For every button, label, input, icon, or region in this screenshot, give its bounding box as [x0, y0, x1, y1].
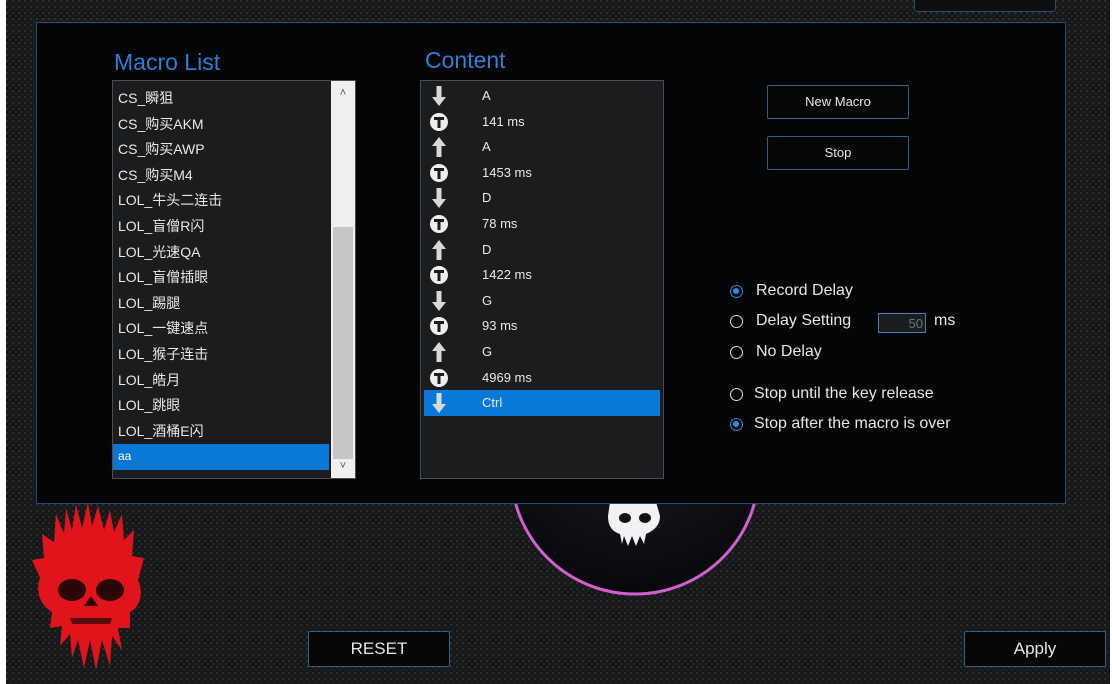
content-row[interactable]: 78 ms [424, 211, 660, 237]
stop-after-macro-radio[interactable] [730, 418, 743, 431]
content-row[interactable]: 141 ms [424, 109, 660, 135]
macro-list-item[interactable]: LOL_光速QA [113, 240, 329, 266]
skull-logo-icon [32, 502, 144, 670]
macro-list-item[interactable]: CS_购买AWP [113, 137, 329, 163]
arrow-down-icon [432, 393, 446, 414]
content-row-text: G [482, 344, 493, 359]
app-window: Macro List CS_瞬狙 CS_购买AKM CS_购买AWP CS_购买M4 L… [6, 0, 1110, 684]
delay-unit-label: ms [934, 312, 956, 329]
macro-list-item[interactable]: LOL_盲僧R闪 [113, 214, 329, 240]
no-delay-radio[interactable] [730, 346, 743, 359]
macro-list-item[interactable]: LOL_一键速点 [113, 316, 329, 342]
arrow-up-icon [432, 137, 446, 158]
timer-icon [430, 163, 448, 182]
content-row-text: A [482, 88, 491, 103]
content-row[interactable]: D [424, 237, 660, 263]
macro-list-title: Macro List [114, 49, 221, 75]
macro-list-item[interactable]: aa [113, 444, 329, 470]
content-row[interactable]: 93 ms [424, 313, 660, 339]
content-row[interactable]: 1422 ms [424, 262, 660, 288]
content-title: Content [425, 47, 506, 73]
content-row[interactable]: G [424, 288, 660, 314]
content-row-text: D [482, 241, 492, 257]
content-row-text: Ctrl [482, 395, 503, 411]
top-tab-button[interactable] [914, 0, 1056, 12]
macro-list-item[interactable]: LOL_踢腿 [113, 291, 329, 317]
new-macro-button[interactable]: New Macro [767, 85, 909, 119]
stop-after-macro-label: Stop after the macro is over [754, 415, 951, 432]
apply-button[interactable]: Apply [964, 631, 1106, 667]
arrow-up-icon [432, 342, 446, 362]
macro-list-item[interactable]: LOL_牛头二连击 [113, 188, 329, 214]
macro-list-item[interactable]: LOL_盲僧插眼 [113, 265, 329, 291]
content-row[interactable]: A [424, 83, 660, 109]
arrow-down-icon [432, 290, 446, 311]
content-row[interactable]: 4969 ms [424, 365, 660, 391]
delay-setting-label: Delay Setting [756, 312, 852, 329]
content-row[interactable]: Ctrl [424, 390, 660, 416]
content-row[interactable]: D [424, 185, 660, 211]
macro-panel: Macro List CS_瞬狙 CS_购买AKM CS_购买AWP CS_购买M4 L… [36, 22, 1066, 504]
timer-icon [430, 266, 448, 285]
scroll-up-icon[interactable]: ˄ [331, 84, 355, 102]
stop-button[interactable]: Stop [767, 136, 909, 170]
content-row-text: A [482, 139, 491, 155]
stop-until-release-label: Stop until the key release [754, 385, 934, 402]
macro-list-item[interactable]: CS_瞬狙 [113, 86, 329, 112]
macro-list-item[interactable]: LOL_酒桶E闪 [113, 419, 329, 445]
arrow-down-icon [432, 188, 446, 209]
macro-list-item[interactable]: LOL_皓月 [113, 368, 329, 394]
timer-icon [430, 368, 448, 387]
macro-list-item[interactable]: CS_购买M4 [113, 163, 329, 189]
arrow-down-icon [432, 86, 446, 106]
arrow-up-icon [432, 239, 446, 260]
no-delay-label: No Delay [756, 343, 822, 360]
reset-button[interactable]: RESET [308, 631, 450, 667]
content-row[interactable]: A [424, 134, 660, 160]
content-row-text: 141 ms [482, 113, 525, 129]
content-row-text: 93 ms [482, 318, 518, 334]
scroll-down-icon[interactable]: ˅ [331, 457, 355, 475]
content-row[interactable]: G [424, 339, 660, 365]
stop-until-release-radio[interactable] [730, 388, 743, 401]
content-row-text: 1422 ms [482, 267, 532, 283]
timer-icon [430, 112, 448, 131]
timer-icon [430, 317, 448, 336]
content-row[interactable]: 1453 ms [424, 160, 660, 186]
content-row-text: D [482, 190, 492, 206]
content-row-text: 78 ms [482, 216, 518, 231]
macro-list-item[interactable]: CS_购买AKM [113, 112, 329, 138]
macro-list[interactable]: CS_瞬狙 CS_购买AKM CS_购买AWP CS_购买M4 LOL_牛头二连击 LOL… [112, 80, 356, 479]
content-list[interactable]: A 141 ms A 1453 ms D 78 ms D 1422 ms G 93 ms G 4969… [420, 80, 664, 479]
record-delay-radio[interactable] [730, 285, 743, 298]
macro-list-item[interactable]: LOL_猴子连击 [113, 342, 329, 368]
timer-icon [430, 215, 448, 233]
record-delay-label: Record Delay [756, 282, 853, 299]
macro-list-scrollbar[interactable]: ˄ ˅ [331, 81, 355, 478]
delay-setting-radio[interactable] [730, 315, 743, 328]
delay-value-input[interactable] [878, 313, 926, 333]
content-row-text: G [482, 292, 493, 308]
content-row-text: 4969 ms [482, 369, 532, 385]
macro-list-item[interactable]: LOL_跳眼 [113, 393, 329, 419]
content-row-text: 1453 ms [482, 164, 532, 180]
scroll-thumb[interactable] [333, 227, 353, 459]
